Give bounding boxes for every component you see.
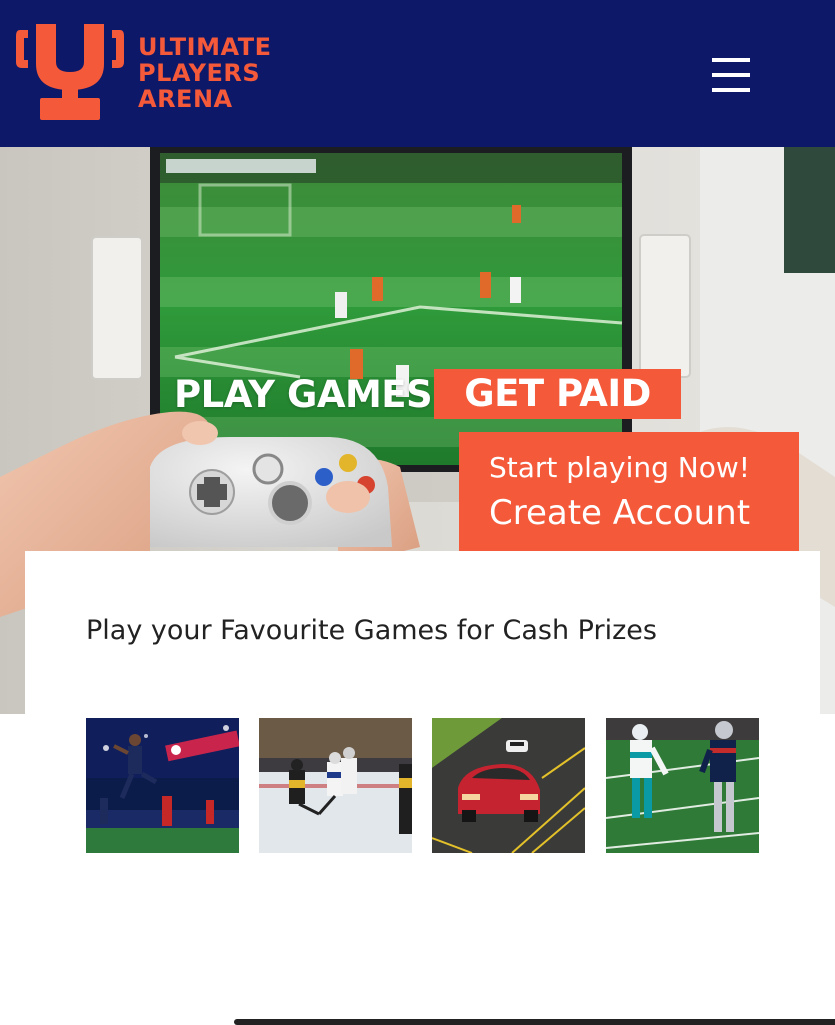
football-game-image [86, 718, 239, 853]
game-thumbnails [86, 718, 766, 853]
game-thumbnail-football[interactable] [86, 718, 239, 853]
menu-bar [712, 58, 750, 62]
brand-name-line-3: ARENA [138, 85, 233, 113]
hero-headline: PLAY GAMES GET PAID [174, 369, 681, 419]
headline-play-games: PLAY GAMES [174, 372, 433, 416]
games-section: Play your Favourite Games for Cash Prize… [25, 551, 820, 721]
game-thumbnail-american-football[interactable] [606, 718, 759, 853]
site-header: ULTIMATE PLAYERS ARENA [0, 0, 835, 147]
american-football-game-image [606, 718, 759, 853]
menu-bar [712, 73, 750, 77]
menu-bar [712, 88, 750, 92]
games-section-title: Play your Favourite Games for Cash Prize… [86, 615, 657, 646]
trophy-u-icon [16, 24, 124, 120]
brand-name-line-2: PLAYERS [138, 59, 261, 87]
racing-game-image [432, 718, 585, 853]
brand-logo[interactable]: ULTIMATE PLAYERS ARENA [14, 24, 334, 124]
headline-get-paid: GET PAID [434, 369, 681, 419]
hockey-game-image [259, 718, 412, 853]
game-thumbnail-racing[interactable] [432, 718, 585, 853]
brand-name: ULTIMATE PLAYERS ARENA [138, 34, 338, 112]
hamburger-menu-icon[interactable] [708, 54, 754, 96]
cta-label: Create Account [489, 493, 751, 533]
game-thumbnail-hockey[interactable] [259, 718, 412, 853]
create-account-button[interactable]: Start playing Now! Create Account [459, 432, 799, 562]
home-indicator [234, 1019, 835, 1025]
brand-name-line-1: ULTIMATE [138, 33, 272, 61]
cta-subtitle: Start playing Now! [489, 451, 750, 484]
